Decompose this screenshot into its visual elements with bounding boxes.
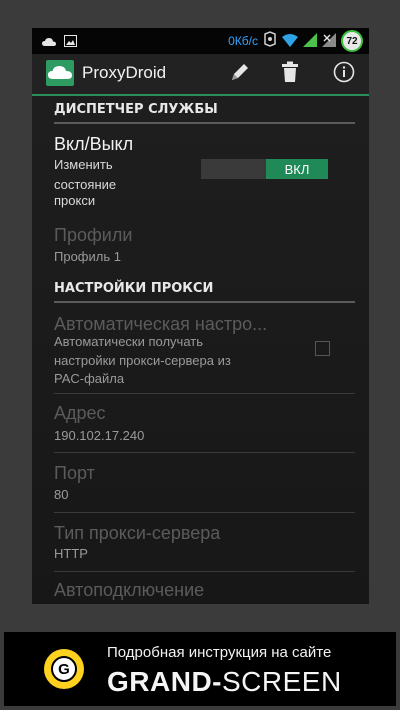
toggle-pref-title: Вкл/Выкл	[54, 134, 134, 154]
footer-instruction-text: Подробная инструкция на сайте	[107, 644, 332, 661]
footer-brand[interactable]: GRAND-SCREEN	[107, 666, 342, 698]
status-bar: 0Кб/с 72	[32, 28, 369, 54]
app-title: ProxyDroid	[82, 63, 167, 82]
section-divider	[54, 301, 355, 303]
sync-icon	[263, 31, 277, 51]
toggle-pref-summary-line: прокси	[54, 193, 96, 208]
toggle-pref-summary-line: Изменить	[54, 157, 113, 172]
info-button[interactable]	[330, 60, 358, 88]
toggle-state-label: ВКЛ	[266, 159, 328, 179]
section-service-header: ДИСПЕТЧЕР СЛУЖБЫ	[54, 102, 218, 117]
image-icon	[64, 32, 77, 51]
proxy-toggle-switch[interactable]: ВКЛ	[201, 159, 328, 179]
edit-icon	[229, 61, 251, 87]
pref-port-title: Порт	[54, 463, 95, 483]
pref-auto-summary-line: настройки прокси-сервера из	[54, 353, 231, 368]
pref-divider	[54, 571, 355, 572]
pref-divider	[54, 393, 355, 394]
grand-screen-logo-icon: G	[44, 649, 84, 689]
info-icon	[333, 61, 355, 87]
pref-address-summary: 190.102.17.240	[54, 428, 145, 443]
footer-brand-bold: GRAND-	[107, 666, 222, 697]
footer-banner: G Подробная инструкция на сайте GRAND-SC…	[4, 632, 396, 706]
delete-button[interactable]	[276, 60, 304, 88]
phone-screen: 0Кб/с 72 ProxyDroid ДИСПЕТЧЕР СЛУЖБЫ Вкл…	[32, 28, 369, 604]
pref-divider	[54, 512, 355, 513]
wifi-icon	[282, 32, 298, 51]
pref-proxy-type-summary: HTTP	[54, 546, 88, 561]
pref-profiles-title: Профили	[54, 225, 133, 245]
section-divider	[54, 122, 355, 124]
pref-auto-summary-line: PAC-файла	[54, 371, 125, 386]
app-bar: ProxyDroid	[32, 54, 369, 96]
pref-port-summary: 80	[54, 487, 69, 502]
net-speed: 0Кб/с	[228, 34, 258, 48]
pref-auto-summary-line: Автоматически получать	[54, 334, 204, 349]
delete-icon	[280, 61, 300, 87]
edit-button[interactable]	[226, 60, 254, 88]
pref-address-title: Адрес	[54, 403, 106, 423]
battery-indicator: 72	[341, 30, 363, 52]
pref-profiles-summary: Профиль 1	[54, 249, 121, 264]
pref-divider	[54, 452, 355, 453]
pref-autoconnect-title: Автоподключение	[54, 580, 205, 600]
no-signal-icon	[322, 32, 336, 51]
app-logo-icon	[46, 60, 74, 86]
cloud-icon	[42, 32, 56, 51]
pref-proxy-type-title: Тип прокси-сервера	[54, 523, 221, 543]
section-proxy-header: НАСТРОЙКИ ПРОКСИ	[54, 281, 214, 296]
footer-brand-rest: SCREEN	[222, 666, 342, 697]
signal-icon	[303, 32, 317, 51]
logo-letter: G	[51, 656, 77, 682]
auto-config-checkbox[interactable]	[315, 341, 330, 356]
